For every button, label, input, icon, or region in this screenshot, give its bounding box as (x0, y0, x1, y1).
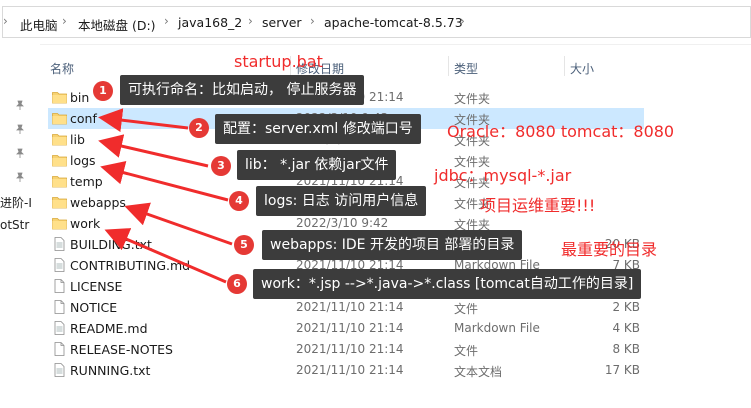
breadcrumb-project[interactable]: java168_2 (178, 15, 242, 30)
quick-access-item[interactable]: otStr (0, 218, 29, 232)
text-file-icon (52, 258, 67, 272)
folder-icon (52, 174, 67, 188)
badge-6: 6 (227, 274, 247, 294)
tip-logs: logs: 日志 访问用户信息 (256, 186, 427, 216)
column-divider[interactable] (448, 56, 449, 76)
file-type: 文件 (454, 302, 479, 316)
text-file-icon (52, 237, 67, 251)
file-type: 文件夹 (454, 92, 491, 106)
file-name: README.md (70, 321, 148, 336)
folder-icon (52, 195, 67, 209)
note-ports: Oracle：8080 tomcat：8080 (447, 122, 675, 141)
breadcrumb-this-pc[interactable]: 此电脑 (20, 15, 58, 34)
column-header-size[interactable]: 大小 (570, 60, 594, 77)
chevron-right-icon[interactable]: › (62, 14, 67, 28)
folder-icon (52, 216, 67, 230)
note-ops: 项目运维重要!!! (480, 196, 596, 215)
chevron-right-icon[interactable]: › (460, 14, 465, 28)
file-icon (52, 279, 67, 293)
file-name: webapps (70, 195, 126, 210)
file-date: 2021/11/10 21:14 (296, 300, 404, 314)
file-name: BUILDING.txt (70, 237, 152, 252)
pin-icon[interactable] (15, 124, 25, 134)
pin-icon[interactable] (15, 100, 25, 110)
tip-lib: lib： *.jar 依赖jar文件 (237, 150, 397, 180)
file-type: Markdown File (454, 321, 540, 335)
file-size: 8 KB (612, 342, 640, 356)
file-size: 2 KB (612, 300, 640, 314)
folder-icon (52, 153, 67, 167)
file-size: 4 KB (612, 321, 640, 335)
file-date: 2021/11/10 21:14 (296, 321, 404, 335)
address-bar[interactable]: › 此电脑 › 本地磁盘 (D:) › java168_2 › server ›… (0, 0, 751, 45)
file-name: lib (70, 132, 85, 147)
badge-3: 3 (211, 156, 231, 176)
column-header-name[interactable]: 名称 (50, 60, 74, 77)
badge-1: 1 (93, 81, 113, 101)
file-icon (52, 342, 67, 356)
tip-work: work：*.jsp -->*.java->*.class [tomcat自动工… (253, 269, 642, 299)
file-date: 2021/11/10 21:14 (296, 342, 404, 356)
file-date: 2021/11/10 21:14 (296, 363, 404, 377)
file-type: 文件 (454, 344, 479, 358)
pin-icon[interactable] (15, 148, 25, 158)
tip-conf: 配置：server.xml 修改端口号 (215, 114, 421, 144)
chevron-right-icon[interactable]: › (164, 14, 169, 28)
file-name: bin (70, 90, 90, 105)
folder-icon (52, 90, 67, 104)
file-name: RELEASE-NOTES (70, 342, 173, 357)
folder-icon (52, 132, 67, 146)
file-date: 2022/3/10 9:42 (296, 216, 389, 230)
table-row[interactable]: RELEASE-NOTES 2021/11/10 21:14 文件 8 KB (48, 339, 644, 360)
badge-5: 5 (234, 235, 254, 255)
file-name: temp (70, 174, 103, 189)
badge-4: 4 (229, 191, 249, 211)
file-name: NOTICE (70, 300, 118, 315)
text-file-icon (52, 321, 67, 335)
tip-webapps: webapps: IDE 开发的项目 部署的目录 (262, 230, 523, 260)
pin-icon[interactable] (15, 172, 25, 182)
file-size: 17 KB (604, 363, 640, 377)
breadcrumb-drive[interactable]: 本地磁盘 (D:) (78, 15, 156, 34)
quick-access-pane: 进阶-I otStr (0, 44, 40, 408)
column-divider[interactable] (564, 56, 565, 76)
quick-access-item[interactable]: 进阶-I (0, 194, 32, 211)
note-jdbc: jdbc：mysql-*.jar (434, 166, 572, 185)
folder-icon (52, 111, 67, 125)
file-type: 文本文档 (454, 365, 503, 379)
table-row[interactable]: RUNNING.txt 2021/11/10 21:14 文本文档 17 KB (48, 360, 644, 381)
file-name: RUNNING.txt (70, 363, 151, 378)
file-name: work (70, 216, 101, 231)
chevron-left-icon: › (3, 14, 8, 28)
file-name: logs (70, 153, 96, 168)
chevron-right-icon[interactable]: › (248, 14, 253, 28)
column-header-type[interactable]: 类型 (454, 60, 478, 77)
chevron-right-icon[interactable]: › (310, 14, 315, 28)
breadcrumb-server[interactable]: server (262, 15, 302, 30)
table-row[interactable]: README.md 2021/11/10 21:14 Markdown File 4 … (48, 318, 644, 339)
text-file-icon (52, 363, 67, 377)
file-name: CONTRIBUTING.md (70, 258, 191, 273)
badge-2: 2 (189, 118, 209, 138)
table-row[interactable]: NOTICE 2021/11/10 21:14 文件 2 KB (48, 297, 644, 318)
file-name: LICENSE (70, 279, 123, 294)
note-important: 最重要的目录 (561, 240, 658, 259)
breadcrumb-tomcat[interactable]: apache-tomcat-8.5.73 (324, 15, 463, 30)
note-startup: startup.bat (234, 52, 323, 71)
tip-bin: 可执行命名：比如启动， 停止服务器 (120, 75, 365, 105)
file-icon (52, 300, 67, 314)
file-name: conf (70, 111, 97, 126)
